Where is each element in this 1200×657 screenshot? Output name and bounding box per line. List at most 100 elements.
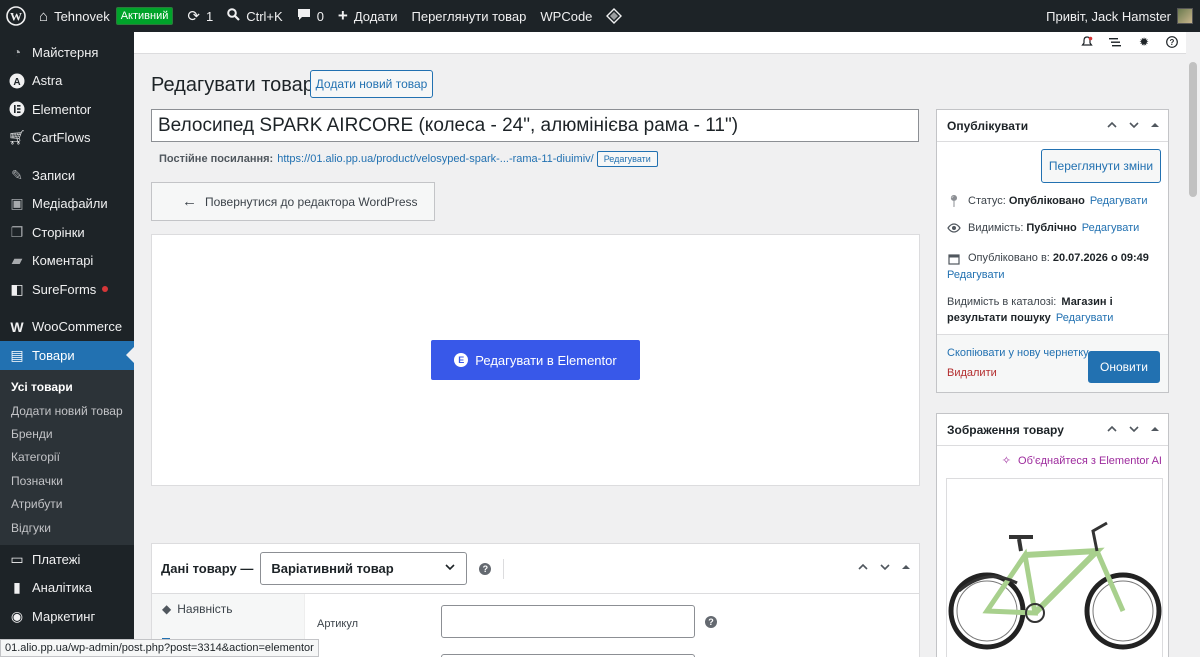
visibility-label: Видимість: [968, 222, 1024, 234]
move-down-icon[interactable] [879, 561, 891, 576]
sidebar-item-dashboard[interactable]: ◔ Майстерня [0, 38, 134, 67]
toggle-panel-icon[interactable] [1150, 424, 1160, 437]
help-icon[interactable]: ? [1165, 35, 1179, 49]
copy-to-draft-link[interactable]: Скопіювати у нову чернетку [947, 347, 1089, 359]
status-edit-link[interactable]: Редагувати [1090, 195, 1148, 207]
move-down-icon[interactable] [1128, 119, 1140, 134]
submenu-reviews[interactable]: Відгуки [0, 516, 134, 539]
divider [503, 558, 505, 579]
arrow-left-icon: ← [182, 193, 197, 210]
sidebar-item-analytics[interactable]: ▮ Аналітика [0, 574, 134, 603]
edit-with-elementor-label: Редагувати в Elementor [475, 352, 617, 368]
diamond-icon: ◆ [162, 602, 172, 616]
help-icon[interactable]: ? [479, 562, 492, 575]
submenu-categories[interactable]: Категорії [0, 446, 134, 469]
add-new-link[interactable]: + Додати [331, 0, 405, 32]
add-new-product-button[interactable]: Додати новий товар [310, 70, 433, 98]
move-up-icon[interactable] [857, 561, 869, 576]
product-data-header: Дані товару — Варіативний товар ? [152, 544, 919, 594]
site-name-link[interactable]: ⌂ Tehnovek Активний [32, 0, 180, 32]
submenu-add-new-product[interactable]: Додати новий товар [0, 399, 134, 422]
status-row: 📍︎ Статус: Опубліковано Редагувати [946, 194, 1148, 208]
sidebar-item-products[interactable]: ▤ Товари [0, 341, 134, 370]
sidebar-item-payments[interactable]: ▭ Платежі [0, 545, 134, 574]
product-image-header: Зображення товару [937, 414, 1168, 446]
astra-icon: A [8, 72, 26, 90]
gear-icon[interactable]: ✹ [1137, 35, 1151, 49]
tab-inventory[interactable]: ◆ Наявність [152, 594, 304, 624]
sidebar-item-sureforms[interactable]: ◧ SureForms [0, 275, 134, 304]
permalink-link[interactable]: https://01.alio.pp.ua/product/velosyped-… [277, 153, 594, 165]
updates-icon: ⟳ [187, 8, 200, 25]
product-image[interactable] [946, 478, 1163, 657]
sidebar-item-pages[interactable]: ❐ Сторінки [0, 218, 134, 247]
permalink-edit-button[interactable]: Редагувати [596, 151, 658, 167]
move-up-icon[interactable] [1106, 119, 1118, 134]
avatar [1177, 8, 1193, 24]
catalog-visibility-label: Видимість в каталозі: [947, 296, 1057, 308]
toggle-panel-icon[interactable] [901, 562, 911, 575]
view-product-link[interactable]: Переглянути товар [405, 0, 534, 32]
home-icon: ⌂ [39, 7, 49, 25]
sidebar-item-label: Astra [32, 73, 63, 89]
active-badge: Активний [115, 7, 174, 25]
visibility-edit-link[interactable]: Редагувати [1082, 222, 1140, 234]
wordpress-logo-icon[interactable]: W [0, 0, 32, 32]
back-to-wordpress-editor-button[interactable]: ← Повернутися до редактора WordPress [151, 182, 435, 221]
page-scrollbar[interactable] [1186, 32, 1200, 657]
pages-icon: ❐ [10, 223, 24, 240]
move-up-icon[interactable] [1106, 423, 1118, 438]
my-account-link[interactable]: Привіт, Jack Hamster [1039, 0, 1200, 32]
sku-help-icon[interactable]: ? [705, 616, 717, 628]
bell-icon[interactable] [1080, 35, 1094, 49]
edit-with-elementor-button[interactable]: E Редагувати в Elementor [431, 340, 640, 380]
sidebar-item-posts[interactable]: ✎ Записи [0, 161, 134, 190]
sidebar-item-marketing[interactable]: ◉ Маркетинг [0, 602, 134, 631]
sidebar-item-cartflows[interactable]: 🛒︎ CartFlows [0, 124, 134, 153]
greeting: Привіт, Jack Hamster [1046, 8, 1171, 24]
catalog-visibility-row: Видимість в каталозі: Магазин і результа… [947, 294, 1167, 326]
sidebar-item-astra[interactable]: A Astra [0, 67, 134, 96]
comments-link[interactable]: 0 [290, 0, 331, 32]
sidebar-item-label: CartFlows [32, 130, 91, 146]
updates-link[interactable]: ⟳ 1 [180, 0, 220, 32]
product-data-label: Дані товару — [161, 561, 254, 576]
sku-input[interactable] [441, 605, 695, 638]
elementor-icon: E [454, 353, 469, 367]
sidebar-item-media[interactable]: ▣ Медіафайли [0, 190, 134, 219]
scrollbar-thumb[interactable] [1189, 62, 1197, 197]
svg-text:?: ? [1170, 38, 1175, 47]
submenu-tags[interactable]: Позначки [0, 469, 134, 492]
move-down-icon[interactable] [1128, 423, 1140, 438]
sku-label: Артикул [317, 618, 359, 630]
catalog-visibility-edit-link[interactable]: Редагувати [1056, 312, 1114, 324]
published-edit-link[interactable]: Редагувати [947, 267, 1005, 284]
page-title: Редагувати товар [151, 74, 314, 96]
calendar-icon [947, 253, 961, 265]
toggle-panel-icon[interactable] [1150, 120, 1160, 133]
sidebar-item-comments[interactable]: ▰ Коментарі [0, 247, 134, 276]
sidebar-item-woocommerce[interactable]: W WooCommerce [0, 313, 134, 342]
submenu-attributes[interactable]: Атрибути [0, 492, 134, 515]
update-button[interactable]: Оновити [1088, 351, 1160, 383]
sidebar-item-elementor[interactable]: Elementor [0, 95, 134, 124]
command-palette-link[interactable]: Ctrl+K [220, 0, 289, 32]
elementor-ai-label: Об'єднайтеся з Elementor AI [1018, 455, 1162, 467]
sidebar-item-label: Маркетинг [32, 608, 96, 624]
elementor-ai-link[interactable]: ✧ Об'єднайтеся з Elementor AI [1002, 454, 1162, 467]
preview-changes-button[interactable]: Переглянути зміни [1041, 149, 1161, 183]
media-icon: ▣ [10, 195, 24, 212]
product-title-input[interactable]: Велосипед SPARK AIRCORE (колеса - 24", а… [151, 109, 919, 142]
submenu-brands[interactable]: Бренди [0, 422, 134, 445]
list-icon[interactable] [1108, 35, 1122, 49]
trash-link[interactable]: Видалити [947, 367, 997, 379]
sidebar-item-label: Записи [32, 167, 76, 183]
sidebar-item-label: Платежі [32, 551, 81, 567]
diamond-plugin-icon[interactable] [599, 0, 629, 32]
permalink-label: Постійне посилання: [159, 153, 274, 165]
submenu-all-products[interactable]: Усі товари [0, 376, 134, 399]
product-type-select[interactable]: Варіативний товар [260, 552, 468, 585]
wpcode-link[interactable]: WPCode [533, 0, 599, 32]
cartflows-icon: 🛒︎ [8, 129, 26, 146]
pin-icon: 📍︎ [946, 194, 962, 208]
